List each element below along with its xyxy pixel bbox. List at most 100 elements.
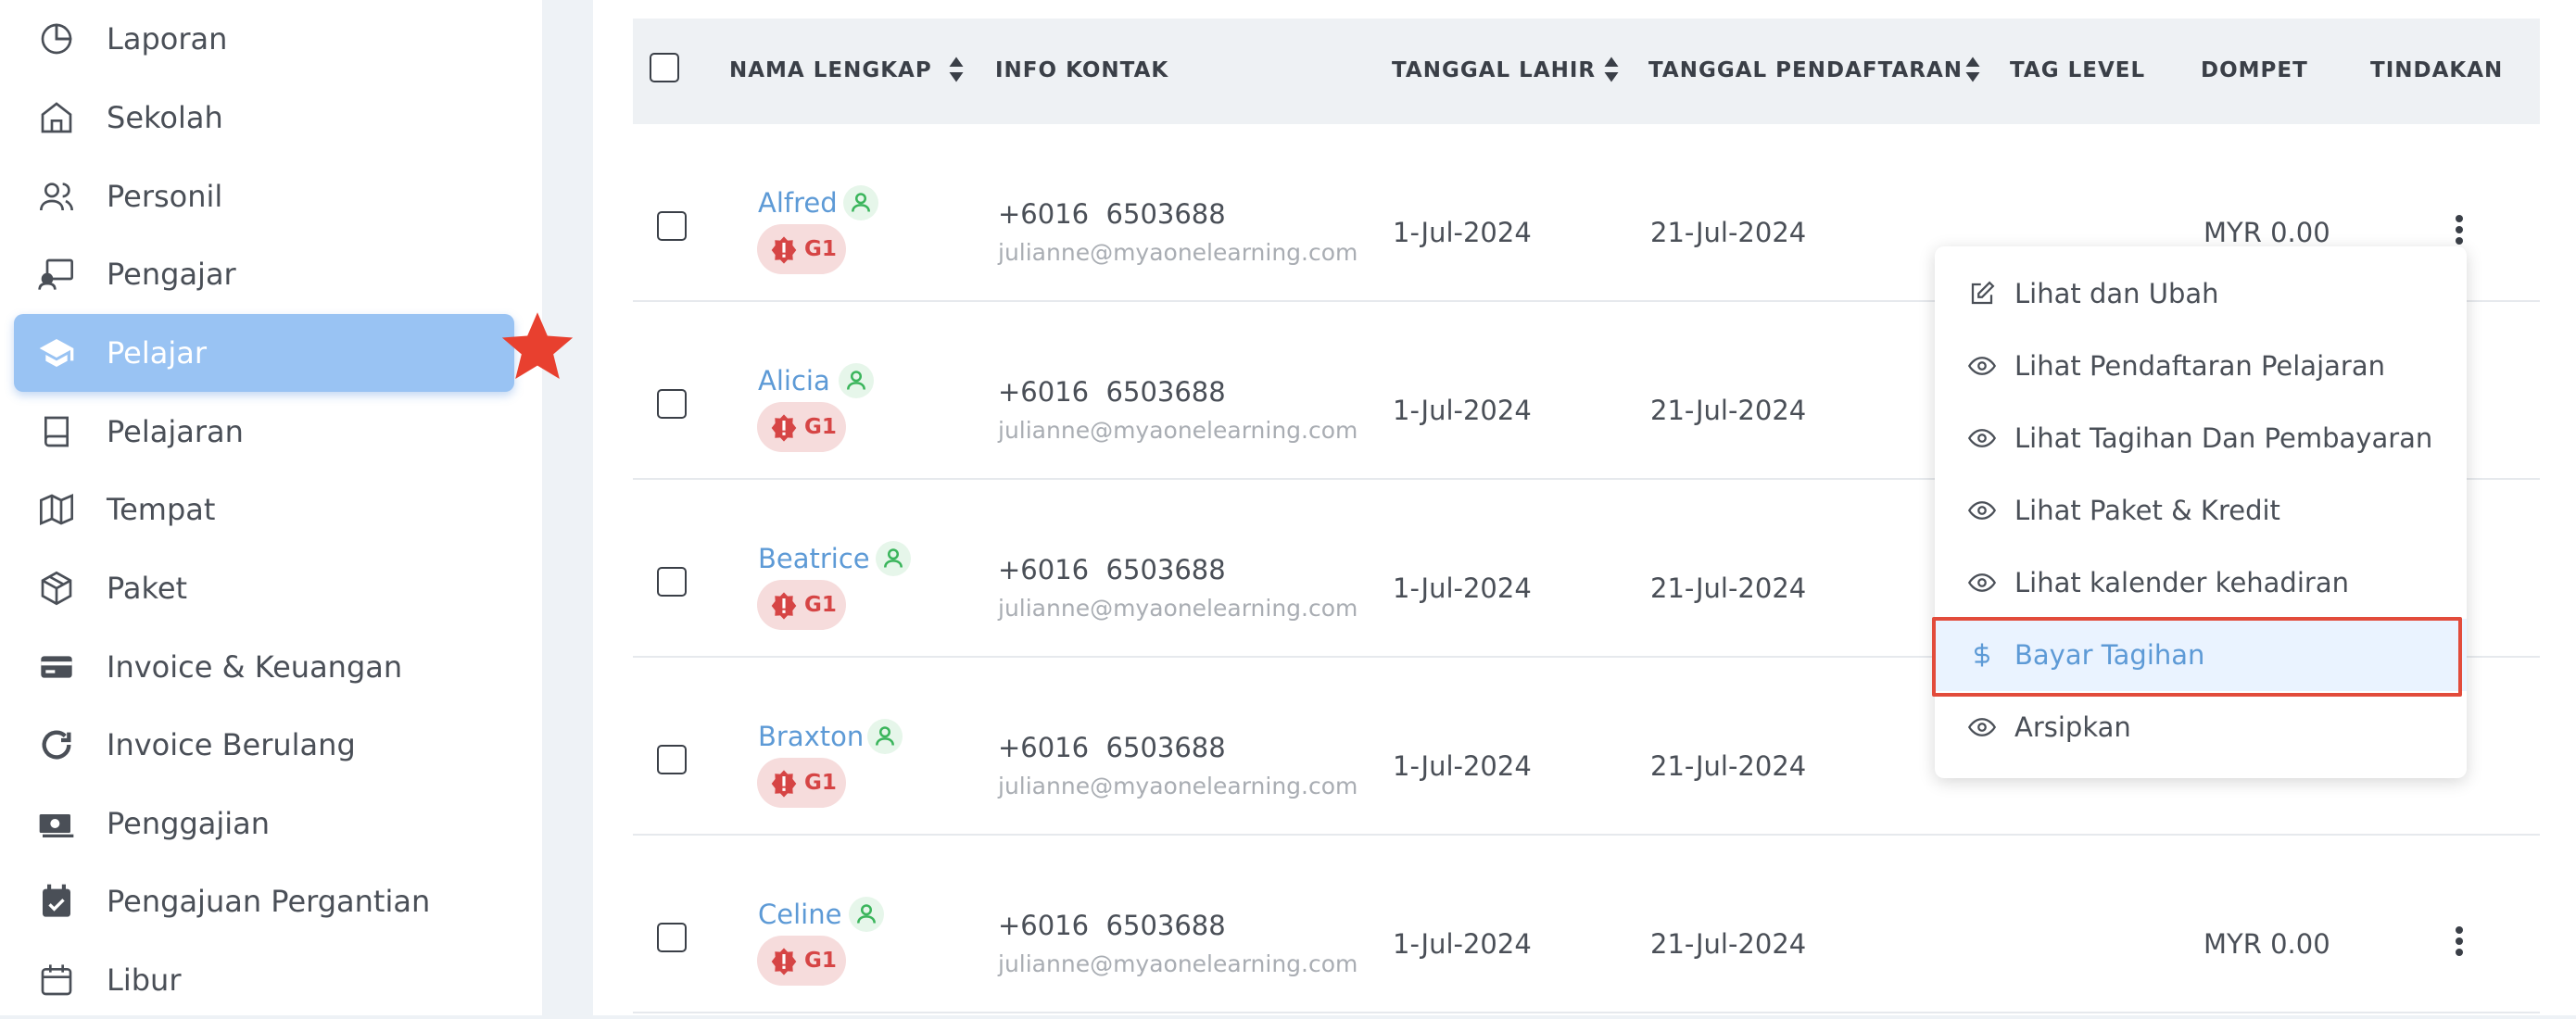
sidebar-item-invoice-berulang[interactable]: Invoice Berulang [14, 706, 514, 784]
alert-badge-icon [771, 948, 797, 975]
sort-icon[interactable] [1603, 56, 1620, 83]
registration-date: 21-Jul-2024 [1650, 928, 1807, 960]
sort-icon[interactable] [1964, 56, 1981, 83]
menu-item-view-attendance-calendar[interactable]: Lihat kalender kehadiran [1935, 547, 2467, 619]
sidebar-item-label: Libur [107, 962, 182, 998]
sidebar-item-label: Pengajar [107, 257, 236, 292]
contact-email: julianne@myaonelearning.com [998, 239, 1358, 266]
sidebar-item-invoice-keuangan[interactable]: Invoice & Keuangan [14, 628, 514, 706]
row-checkbox[interactable] [657, 745, 687, 774]
person-icon [839, 363, 874, 398]
sidebar-item-pelajaran[interactable]: Pelajaran [14, 393, 514, 471]
level-badge: G1 [757, 402, 846, 452]
sidebar-item-laporan[interactable]: Laporan [14, 0, 514, 78]
edit-icon [1971, 281, 1995, 305]
more-vertical-icon[interactable] [2445, 211, 2473, 248]
menu-item-view-enrollment[interactable]: Lihat Pendaftaran Pelajaran [1935, 330, 2467, 402]
level-badge: G1 [757, 758, 846, 808]
sidebar-item-label: Pelajar [107, 335, 207, 371]
column-header-wallet: DOMPET [2201, 58, 2308, 82]
person-icon [867, 719, 903, 754]
sidebar-item-label: Paket [107, 571, 188, 606]
sidebar-item-tempat[interactable]: Tempat [14, 471, 514, 548]
table-row: Celine G1 +6016 6503688 julianne@myaonel… [633, 836, 2540, 1013]
contact-phone: +6016 6503688 [998, 732, 1226, 763]
date-of-birth: 1-Jul-2024 [1393, 928, 1532, 960]
row-checkbox[interactable] [657, 389, 687, 419]
sidebar-item-label: Pelajaran [107, 414, 244, 449]
sidebar-item-paket[interactable]: Paket [14, 549, 514, 627]
sidebar-item-penggajian[interactable]: Penggajian [14, 785, 514, 862]
level-badge: G1 [757, 224, 846, 274]
refresh-icon [38, 726, 75, 763]
sidebar-item-libur[interactable]: Libur [14, 941, 514, 1019]
sidebar-item-label: Laporan [107, 21, 228, 57]
row-checkbox[interactable] [657, 923, 687, 952]
level-badge: G1 [757, 936, 846, 986]
column-header-tag-level: TAG LEVEL [2010, 58, 2146, 82]
menu-item-archive[interactable]: Arsipkan [1935, 691, 2467, 763]
person-icon [843, 185, 878, 220]
student-name-link[interactable]: Beatrice [758, 543, 870, 574]
student-name-link[interactable]: Alfred [758, 187, 838, 219]
row-checkbox[interactable] [657, 567, 687, 597]
sidebar-item-sekolah[interactable]: Sekolah [14, 79, 514, 157]
eye-icon [1968, 718, 1996, 736]
registration-date: 21-Jul-2024 [1650, 395, 1807, 426]
menu-item-view-package-credit[interactable]: Lihat Paket & Kredit [1935, 474, 2467, 547]
column-header-dob[interactable]: TANGGAL LAHIR [1392, 58, 1596, 82]
row-checkbox[interactable] [657, 211, 687, 241]
menu-item-view-edit[interactable]: Lihat dan Ubah [1935, 258, 2467, 330]
column-header-name[interactable]: NAMA LENGKAP [729, 58, 932, 82]
money-icon [38, 805, 75, 842]
column-header-actions: TINDAKAN [2370, 58, 2504, 82]
sidebar-item-pengajar[interactable]: Pengajar [14, 235, 514, 313]
student-name-link[interactable]: Alicia [758, 365, 830, 396]
contact-phone: +6016 6503688 [998, 376, 1226, 408]
eye-icon [1968, 501, 1996, 520]
level-badge-label: G1 [804, 415, 837, 439]
credit-card-icon [38, 648, 75, 686]
student-name-link[interactable]: Braxton [758, 721, 864, 752]
contact-email: julianne@myaonelearning.com [998, 417, 1358, 444]
teacher-board-icon [38, 256, 75, 293]
student-name-link[interactable]: Celine [758, 899, 841, 930]
calendar-icon [38, 962, 75, 999]
contact-phone: +6016 6503688 [998, 554, 1226, 585]
contact-phone: +6016 6503688 [998, 910, 1226, 941]
sidebar-item-personil[interactable]: Personil [14, 157, 514, 235]
alert-badge-icon [771, 236, 797, 264]
person-icon [849, 897, 884, 932]
sidebar-item-pelajar[interactable]: Pelajar [14, 314, 514, 392]
sidebar-item-pengajuan-pergantian[interactable]: Pengajuan Pergantian [14, 862, 514, 940]
eye-icon [1968, 429, 1996, 447]
sidebar-item-label: Personil [107, 179, 223, 214]
menu-item-label: Arsipkan [2014, 711, 2131, 743]
select-all-checkbox[interactable] [650, 53, 679, 82]
contact-email: julianne@myaonelearning.com [998, 950, 1358, 977]
level-badge-label: G1 [804, 949, 837, 973]
sort-icon[interactable] [948, 56, 965, 83]
level-badge-label: G1 [804, 593, 837, 617]
date-of-birth: 1-Jul-2024 [1393, 572, 1532, 604]
sidebar-item-label: Tempat [107, 492, 216, 527]
date-of-birth: 1-Jul-2024 [1393, 217, 1532, 248]
users-icon [38, 178, 75, 215]
registration-date: 21-Jul-2024 [1650, 572, 1807, 604]
alert-badge-icon [771, 770, 797, 798]
book-icon [38, 413, 75, 450]
menu-item-label: Lihat dan Ubah [2014, 278, 2219, 309]
more-vertical-icon[interactable] [2445, 923, 2473, 960]
sidebar: Laporan Sekolah Personil Pengajar Pelaja… [0, 0, 542, 1015]
row-actions-menu: Lihat dan Ubah Lihat Pendaftaran Pelajar… [1935, 246, 2467, 778]
calendar-check-icon [38, 883, 75, 920]
eye-icon [1968, 357, 1996, 375]
wallet-balance: MYR 0.00 [2203, 928, 2330, 960]
menu-item-view-bills-payments[interactable]: Lihat Tagihan Dan Pembayaran [1935, 402, 2467, 474]
menu-item-label: Lihat Pendaftaran Pelajaran [2014, 350, 2385, 382]
column-header-registration-date[interactable]: TANGGAL PENDAFTARAN [1648, 58, 1963, 82]
date-of-birth: 1-Jul-2024 [1393, 395, 1532, 426]
column-header-contact: INFO KONTAK [995, 58, 1169, 82]
graduation-cap-icon [38, 334, 75, 371]
menu-item-label: Lihat Paket & Kredit [2014, 495, 2280, 526]
